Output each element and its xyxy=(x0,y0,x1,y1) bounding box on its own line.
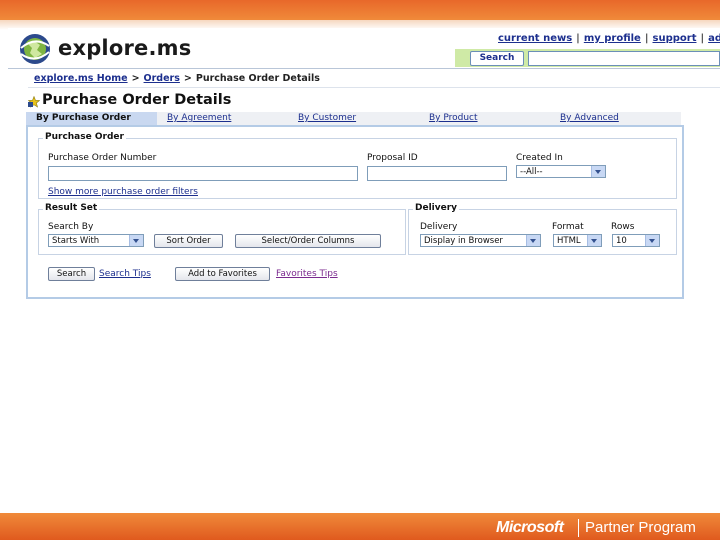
search-button[interactable]: Search xyxy=(48,267,95,281)
breadcrumb-separator: > xyxy=(183,73,192,84)
search-by-value: Starts With xyxy=(52,236,100,246)
format-value: HTML xyxy=(557,236,581,246)
globe-logo-icon xyxy=(20,34,50,64)
nav-truncated-item[interactable]: ad xyxy=(708,33,720,44)
breadcrumb-separator: > xyxy=(131,73,140,84)
delivery-label: Delivery xyxy=(420,222,458,232)
chevron-down-icon xyxy=(526,235,540,246)
delivery-legend: Delivery xyxy=(413,203,460,213)
top-orange-band xyxy=(0,0,720,20)
add-to-favorites-button[interactable]: Add to Favorites xyxy=(175,267,270,281)
nav-my-profile[interactable]: my profile xyxy=(584,33,641,44)
po-number-label: Purchase Order Number xyxy=(48,153,157,163)
nav-separator: | xyxy=(644,33,649,44)
created-in-value: --All-- xyxy=(520,167,543,177)
delivery-select[interactable]: Display in Browser xyxy=(420,234,541,247)
proposal-id-label: Proposal ID xyxy=(367,153,418,163)
delivery-group: Delivery Delivery Display in Browser For… xyxy=(408,203,677,255)
footer-band: Microsoft Partner Program xyxy=(0,513,720,540)
tab-by-product[interactable]: By Product xyxy=(419,112,550,125)
breadcrumb-current: Purchase Order Details xyxy=(195,73,320,84)
proposal-id-input[interactable] xyxy=(367,166,507,181)
breadcrumb: explore.ms Home > Orders > Purchase Order De… xyxy=(34,73,320,84)
rows-value: 10 xyxy=(616,236,627,246)
chevron-down-icon xyxy=(587,235,601,246)
format-label: Format xyxy=(552,222,584,232)
result-set-group: Result Set Search By Starts With Sort Or… xyxy=(38,203,406,255)
purchase-order-legend: Purchase Order xyxy=(43,132,126,142)
created-in-label: Created In xyxy=(516,153,563,163)
search-by-select[interactable]: Starts With xyxy=(48,234,144,247)
chevron-down-icon xyxy=(129,235,143,246)
search-panel: Purchase Order Purchase Order Number Pro… xyxy=(26,125,684,299)
select-order-columns-button[interactable]: Select/Order Columns xyxy=(235,234,381,248)
nav-current-news[interactable]: current news xyxy=(498,33,572,44)
result-set-legend: Result Set xyxy=(43,203,100,213)
chevron-down-icon xyxy=(645,235,659,246)
rows-label: Rows xyxy=(611,222,635,232)
site-search-button[interactable]: Search xyxy=(470,51,524,66)
search-by-label: Search By xyxy=(48,222,94,232)
tab-by-customer[interactable]: By Customer xyxy=(288,112,419,125)
search-tabs: By Purchase Order By Agreement By Custom… xyxy=(26,112,688,126)
chevron-down-icon xyxy=(591,166,605,177)
footer-divider xyxy=(578,519,579,537)
tab-by-advanced[interactable]: By Advanced xyxy=(550,112,681,125)
format-select[interactable]: HTML xyxy=(553,234,602,247)
breadcrumb-home[interactable]: explore.ms Home xyxy=(34,73,128,84)
page-title: Purchase Order Details xyxy=(42,92,232,108)
sort-order-button[interactable]: Sort Order xyxy=(154,234,223,248)
microsoft-logo: Microsoft xyxy=(496,519,564,536)
created-in-select[interactable]: --All-- xyxy=(516,165,606,178)
site-search-bar: Search xyxy=(455,49,720,67)
breadcrumb-divider xyxy=(28,87,720,88)
search-tips-link[interactable]: Search Tips xyxy=(99,269,151,279)
header-divider xyxy=(8,68,720,69)
more-po-filters-link[interactable]: Show more purchase order filters xyxy=(48,187,198,197)
site-logo[interactable]: explore.ms xyxy=(16,30,216,70)
rows-select[interactable]: 10 xyxy=(612,234,660,247)
delivery-value: Display in Browser xyxy=(424,236,503,246)
top-nav: current news | my profile | support | ad xyxy=(498,33,720,44)
partner-program-text: Partner Program xyxy=(585,519,696,536)
site-frame: explore.ms current news | my profile | suppo… xyxy=(8,28,720,299)
tab-by-purchase-order[interactable]: By Purchase Order xyxy=(26,112,157,125)
logo-text: explore.ms xyxy=(58,36,192,60)
breadcrumb-orders[interactable]: Orders xyxy=(144,73,180,84)
purchase-order-group: Purchase Order Purchase Order Number Pro… xyxy=(38,132,677,199)
tab-by-agreement[interactable]: By Agreement xyxy=(157,112,288,125)
star-icon xyxy=(28,96,40,108)
nav-support[interactable]: support xyxy=(653,33,697,44)
site-search-input[interactable] xyxy=(528,51,720,66)
nav-separator: | xyxy=(576,33,580,44)
po-number-input[interactable] xyxy=(48,166,358,181)
nav-separator: | xyxy=(700,33,705,44)
favorites-tips-link[interactable]: Favorites Tips xyxy=(276,269,338,279)
